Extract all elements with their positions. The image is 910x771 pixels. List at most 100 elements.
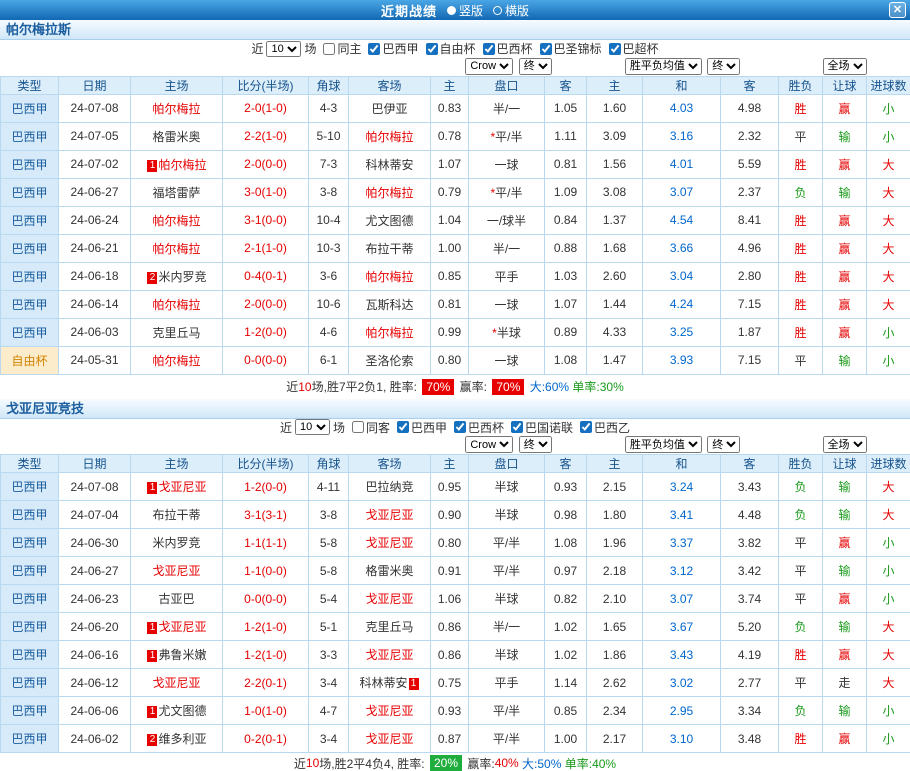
- match-date: 24-06-12: [59, 669, 131, 697]
- ah-handicap-line: *半球: [469, 318, 545, 346]
- ah-away-odds: 1.11: [545, 122, 587, 150]
- match-score: 2-2(1-0): [223, 122, 309, 150]
- team2-panel: 戈亚尼亚竞技 近 10 场 同客 巴西甲 巴西杯: [0, 399, 910, 771]
- ah-home-odds: 0.78: [431, 122, 469, 150]
- ah-home-odds: 0.81: [431, 290, 469, 318]
- euro-odds-controls: 胜平负均值 终: [587, 436, 779, 455]
- column-header: 盘口: [469, 455, 545, 473]
- eu-home-odds: 1.68: [587, 234, 643, 262]
- ah-away-odds: 1.02: [545, 613, 587, 641]
- near-label: 近: [280, 419, 292, 436]
- league-checkbox[interactable]: [540, 43, 552, 55]
- result-handicap: 输: [823, 346, 867, 374]
- league-filter[interactable]: 同主: [323, 40, 361, 57]
- match-date: 24-07-08: [59, 94, 131, 122]
- eu-away-odds: 3.74: [721, 585, 779, 613]
- match-score: 2-0(0-0): [223, 150, 309, 178]
- eu-home-odds: 2.62: [587, 669, 643, 697]
- column-header: 客场: [349, 455, 431, 473]
- column-header: 客: [545, 76, 587, 94]
- result-handicap: 输: [823, 122, 867, 150]
- ah-home-odds: 1.00: [431, 234, 469, 262]
- league-checkbox[interactable]: [580, 421, 592, 433]
- avg-stage-select[interactable]: 终: [707, 58, 740, 75]
- ah-away-odds: 1.03: [545, 262, 587, 290]
- scope-select[interactable]: 全场: [823, 436, 867, 453]
- league-checkbox[interactable]: [352, 421, 364, 433]
- away-team: 戈亚尼亚: [349, 529, 431, 557]
- filter-row: 近 10 场 同客 巴西甲 巴西杯: [0, 419, 910, 436]
- team-name-text: 布拉干蒂: [152, 508, 200, 522]
- scope-controls: 全场: [779, 436, 910, 455]
- ah-handicap-line: 平手: [469, 669, 545, 697]
- column-header: 主: [431, 76, 469, 94]
- league-checkbox[interactable]: [397, 421, 409, 433]
- match-row: 巴西甲 24-06-27 戈亚尼亚 1-1(0-0) 5-8 格雷米奥 0.91…: [1, 557, 910, 585]
- titlebar: 近期战绩 竖版 横版 ✕: [0, 0, 910, 20]
- match-date: 24-06-14: [59, 290, 131, 318]
- ah-away-odds: 1.05: [545, 94, 587, 122]
- odds-company-select[interactable]: Crow: [465, 58, 513, 75]
- match-date: 24-06-06: [59, 697, 131, 725]
- recent-results-window: { "titlebar": { "title": "近期战绩", "modes"…: [0, 0, 910, 771]
- eu-away-odds: 5.59: [721, 150, 779, 178]
- ah-home-odds: 0.91: [431, 557, 469, 585]
- avg-stage-select[interactable]: 终: [707, 436, 740, 453]
- result-goals: 小: [867, 122, 910, 150]
- odds-stage-select[interactable]: 终: [519, 58, 552, 75]
- match-date: 24-06-27: [59, 178, 131, 206]
- league-label: 巴西杯: [497, 40, 533, 57]
- league-filter[interactable]: 巴西杯: [454, 419, 504, 436]
- summary-segment: 20%: [430, 755, 462, 771]
- home-team: 帕尔梅拉: [131, 290, 223, 318]
- radio-icon: [447, 6, 456, 15]
- league-filter[interactable]: 巴西乙: [580, 419, 630, 436]
- home-team: 戈亚尼亚: [131, 669, 223, 697]
- league-checkbox[interactable]: [368, 43, 380, 55]
- team-name-text: 戈亚尼亚: [158, 480, 206, 494]
- column-header: 盘口: [469, 76, 545, 94]
- avg-type-select[interactable]: 胜平负均值: [625, 436, 702, 453]
- league-checkbox[interactable]: [323, 43, 335, 55]
- league-checkbox[interactable]: [483, 43, 495, 55]
- league-filter[interactable]: 巴西杯: [483, 40, 533, 57]
- odds-stage-select[interactable]: 终: [519, 436, 552, 453]
- team-name-text: 帕尔梅拉: [152, 102, 200, 116]
- close-button[interactable]: ✕: [889, 2, 906, 18]
- eu-home-odds: 4.33: [587, 318, 643, 346]
- corner-score: 3-6: [309, 262, 349, 290]
- result-goals: 大: [867, 262, 910, 290]
- league-filter[interactable]: 巴西甲: [397, 419, 447, 436]
- league-checkbox[interactable]: [426, 43, 438, 55]
- summary-segment: 赢率:: [456, 378, 490, 395]
- rank-badge: 1: [147, 706, 157, 718]
- match-count-select[interactable]: 10: [266, 41, 301, 57]
- match-date: 24-06-24: [59, 206, 131, 234]
- league-filter[interactable]: 巴国诺联: [511, 419, 573, 436]
- home-team: 1弗鲁米嫩: [131, 641, 223, 669]
- column-header: 类型: [1, 455, 59, 473]
- league-filter[interactable]: 自由杯: [426, 40, 476, 57]
- league-checkbox[interactable]: [609, 43, 621, 55]
- match-score: 1-2(1-0): [223, 613, 309, 641]
- match-count-select[interactable]: 10: [295, 419, 330, 435]
- league-checkbox[interactable]: [511, 421, 523, 433]
- summary-segment: 场,胜7平2负1, 胜率:: [312, 378, 421, 395]
- eu-home-odds: 2.60: [587, 262, 643, 290]
- league-label: 巴西甲: [382, 40, 418, 57]
- team-name-text: 帕尔梅拉: [365, 130, 413, 144]
- scope-select[interactable]: 全场: [823, 58, 867, 75]
- corner-score: 5-1: [309, 613, 349, 641]
- league-filter[interactable]: 巴西甲: [368, 40, 418, 57]
- layout-mode-radio[interactable]: 横版: [493, 2, 529, 19]
- league-checkbox[interactable]: [454, 421, 466, 433]
- result-wdl: 胜: [779, 262, 823, 290]
- league-filter[interactable]: 巴超杯: [609, 40, 659, 57]
- league-filter[interactable]: 巴圣锦标: [540, 40, 602, 57]
- odds-company-select[interactable]: Crow: [465, 436, 513, 453]
- avg-type-select[interactable]: 胜平负均值: [625, 58, 702, 75]
- layout-mode-radio[interactable]: 竖版: [447, 2, 483, 19]
- league-filter[interactable]: 同客: [352, 419, 390, 436]
- result-wdl: 胜: [779, 94, 823, 122]
- match-date: 24-06-18: [59, 262, 131, 290]
